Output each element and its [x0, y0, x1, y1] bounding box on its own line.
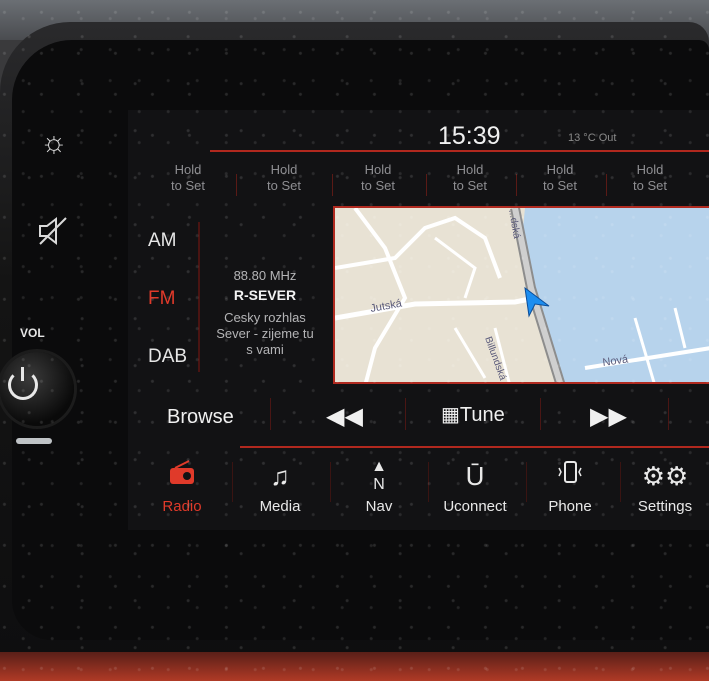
preset-4[interactable]: Hold to Set [424, 162, 516, 194]
station-text-line: s vami [246, 342, 284, 357]
control-divider [668, 398, 669, 430]
nav-radio-button[interactable]: Radio [136, 458, 228, 515]
dashboard-trim [0, 652, 709, 681]
station-name: R-SEVER [233, 287, 297, 303]
speaker-mute-icon[interactable] [36, 214, 70, 256]
phone-icon [524, 458, 616, 494]
knob-indicator [16, 438, 52, 444]
band-fm-button[interactable]: FM [148, 288, 175, 310]
band-am-button[interactable]: AM [148, 230, 177, 252]
radio-icon [136, 458, 228, 494]
station-frequency: 88.80 MHz [233, 268, 297, 283]
vol-label: VOL [20, 326, 45, 340]
power-icon [8, 367, 38, 400]
nav-divider [330, 462, 331, 502]
nav-nav-button[interactable]: ▲ N Nav [333, 458, 425, 515]
nav-settings-button[interactable]: ⚙⚙ Settings [619, 458, 709, 515]
volume-knob[interactable] [0, 352, 74, 426]
uconnect-icon: Ū [465, 461, 485, 491]
controls-divider [240, 446, 709, 448]
nav-phone-button[interactable]: Phone [524, 458, 616, 515]
nav-divider [232, 462, 233, 502]
status-divider [210, 150, 709, 152]
band-divider [198, 222, 200, 372]
mini-map[interactable]: Jutská Billundská Nová ...dská [333, 206, 709, 384]
preset-3[interactable]: Hold to Set [332, 162, 424, 194]
tune-button[interactable]: ▦Tune [441, 402, 505, 427]
nav-media-button[interactable]: ♫ Media [234, 458, 326, 515]
station-text-line: Cesky rozhlas [224, 310, 306, 325]
grid-icon: ▦ [441, 404, 460, 426]
gears-icon: ⚙⚙ [641, 461, 689, 491]
preset-5[interactable]: Hold to Set [514, 162, 606, 194]
sun-icon[interactable]: ☼ [40, 126, 68, 160]
music-note-icon: ♫ [270, 461, 290, 491]
control-divider [270, 398, 271, 430]
browse-button[interactable]: Browse [167, 406, 234, 429]
rewind-icon[interactable]: ◀◀ [326, 402, 363, 431]
north-arrow-icon: ▲ N [371, 458, 387, 493]
fast-forward-icon[interactable]: ▶▶ [590, 402, 627, 431]
nav-uconnect-button[interactable]: Ū Uconnect [429, 458, 521, 515]
preset-2[interactable]: Hold to Set [238, 162, 330, 194]
preset-1[interactable]: Hold to Set [142, 162, 234, 194]
band-dab-button[interactable]: DAB [148, 346, 187, 368]
control-divider [540, 398, 541, 430]
control-divider [405, 398, 406, 430]
preset-6[interactable]: Hold to Set [604, 162, 696, 194]
station-text-line: Sever - zijeme tu [216, 326, 314, 341]
preset-divider [236, 174, 237, 196]
clock: 15:39 [438, 122, 501, 150]
outside-temperature: 13 °C Out [568, 132, 617, 144]
preset-bar: Hold to Set Hold to Set Hold to Set Hold to … [140, 162, 709, 204]
